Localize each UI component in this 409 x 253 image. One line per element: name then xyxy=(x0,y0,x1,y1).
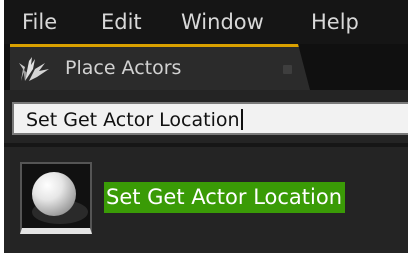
sphere-thumbnail-icon xyxy=(20,162,92,234)
tab-strip: Place Actors xyxy=(4,44,408,90)
menu-edit[interactable]: Edit xyxy=(101,9,142,35)
menu-help[interactable]: Help xyxy=(311,9,359,35)
search-input-value: Set Get Actor Location xyxy=(26,109,243,131)
text-caret xyxy=(240,109,243,130)
result-label: Set Get Actor Location xyxy=(104,182,346,213)
tab-label: Place Actors xyxy=(65,57,182,79)
tab-place-actors[interactable]: Place Actors xyxy=(10,44,310,90)
thumbnail-sphere xyxy=(32,172,76,216)
close-icon[interactable] xyxy=(283,65,292,74)
divider xyxy=(4,143,408,147)
place-actors-icon xyxy=(19,57,49,81)
menu-file[interactable]: File xyxy=(22,9,57,35)
search-input[interactable]: Set Get Actor Location xyxy=(12,102,408,135)
menu-bar: File Edit Window Help xyxy=(4,0,408,44)
editor-window: File Edit Window Help Place Actors Set G… xyxy=(4,0,408,253)
list-item[interactable]: Set Get Actor Location xyxy=(4,158,408,238)
place-actors-panel: Set Get Actor Location Set Get Actor Loc… xyxy=(4,90,408,253)
menu-window[interactable]: Window xyxy=(181,9,264,35)
